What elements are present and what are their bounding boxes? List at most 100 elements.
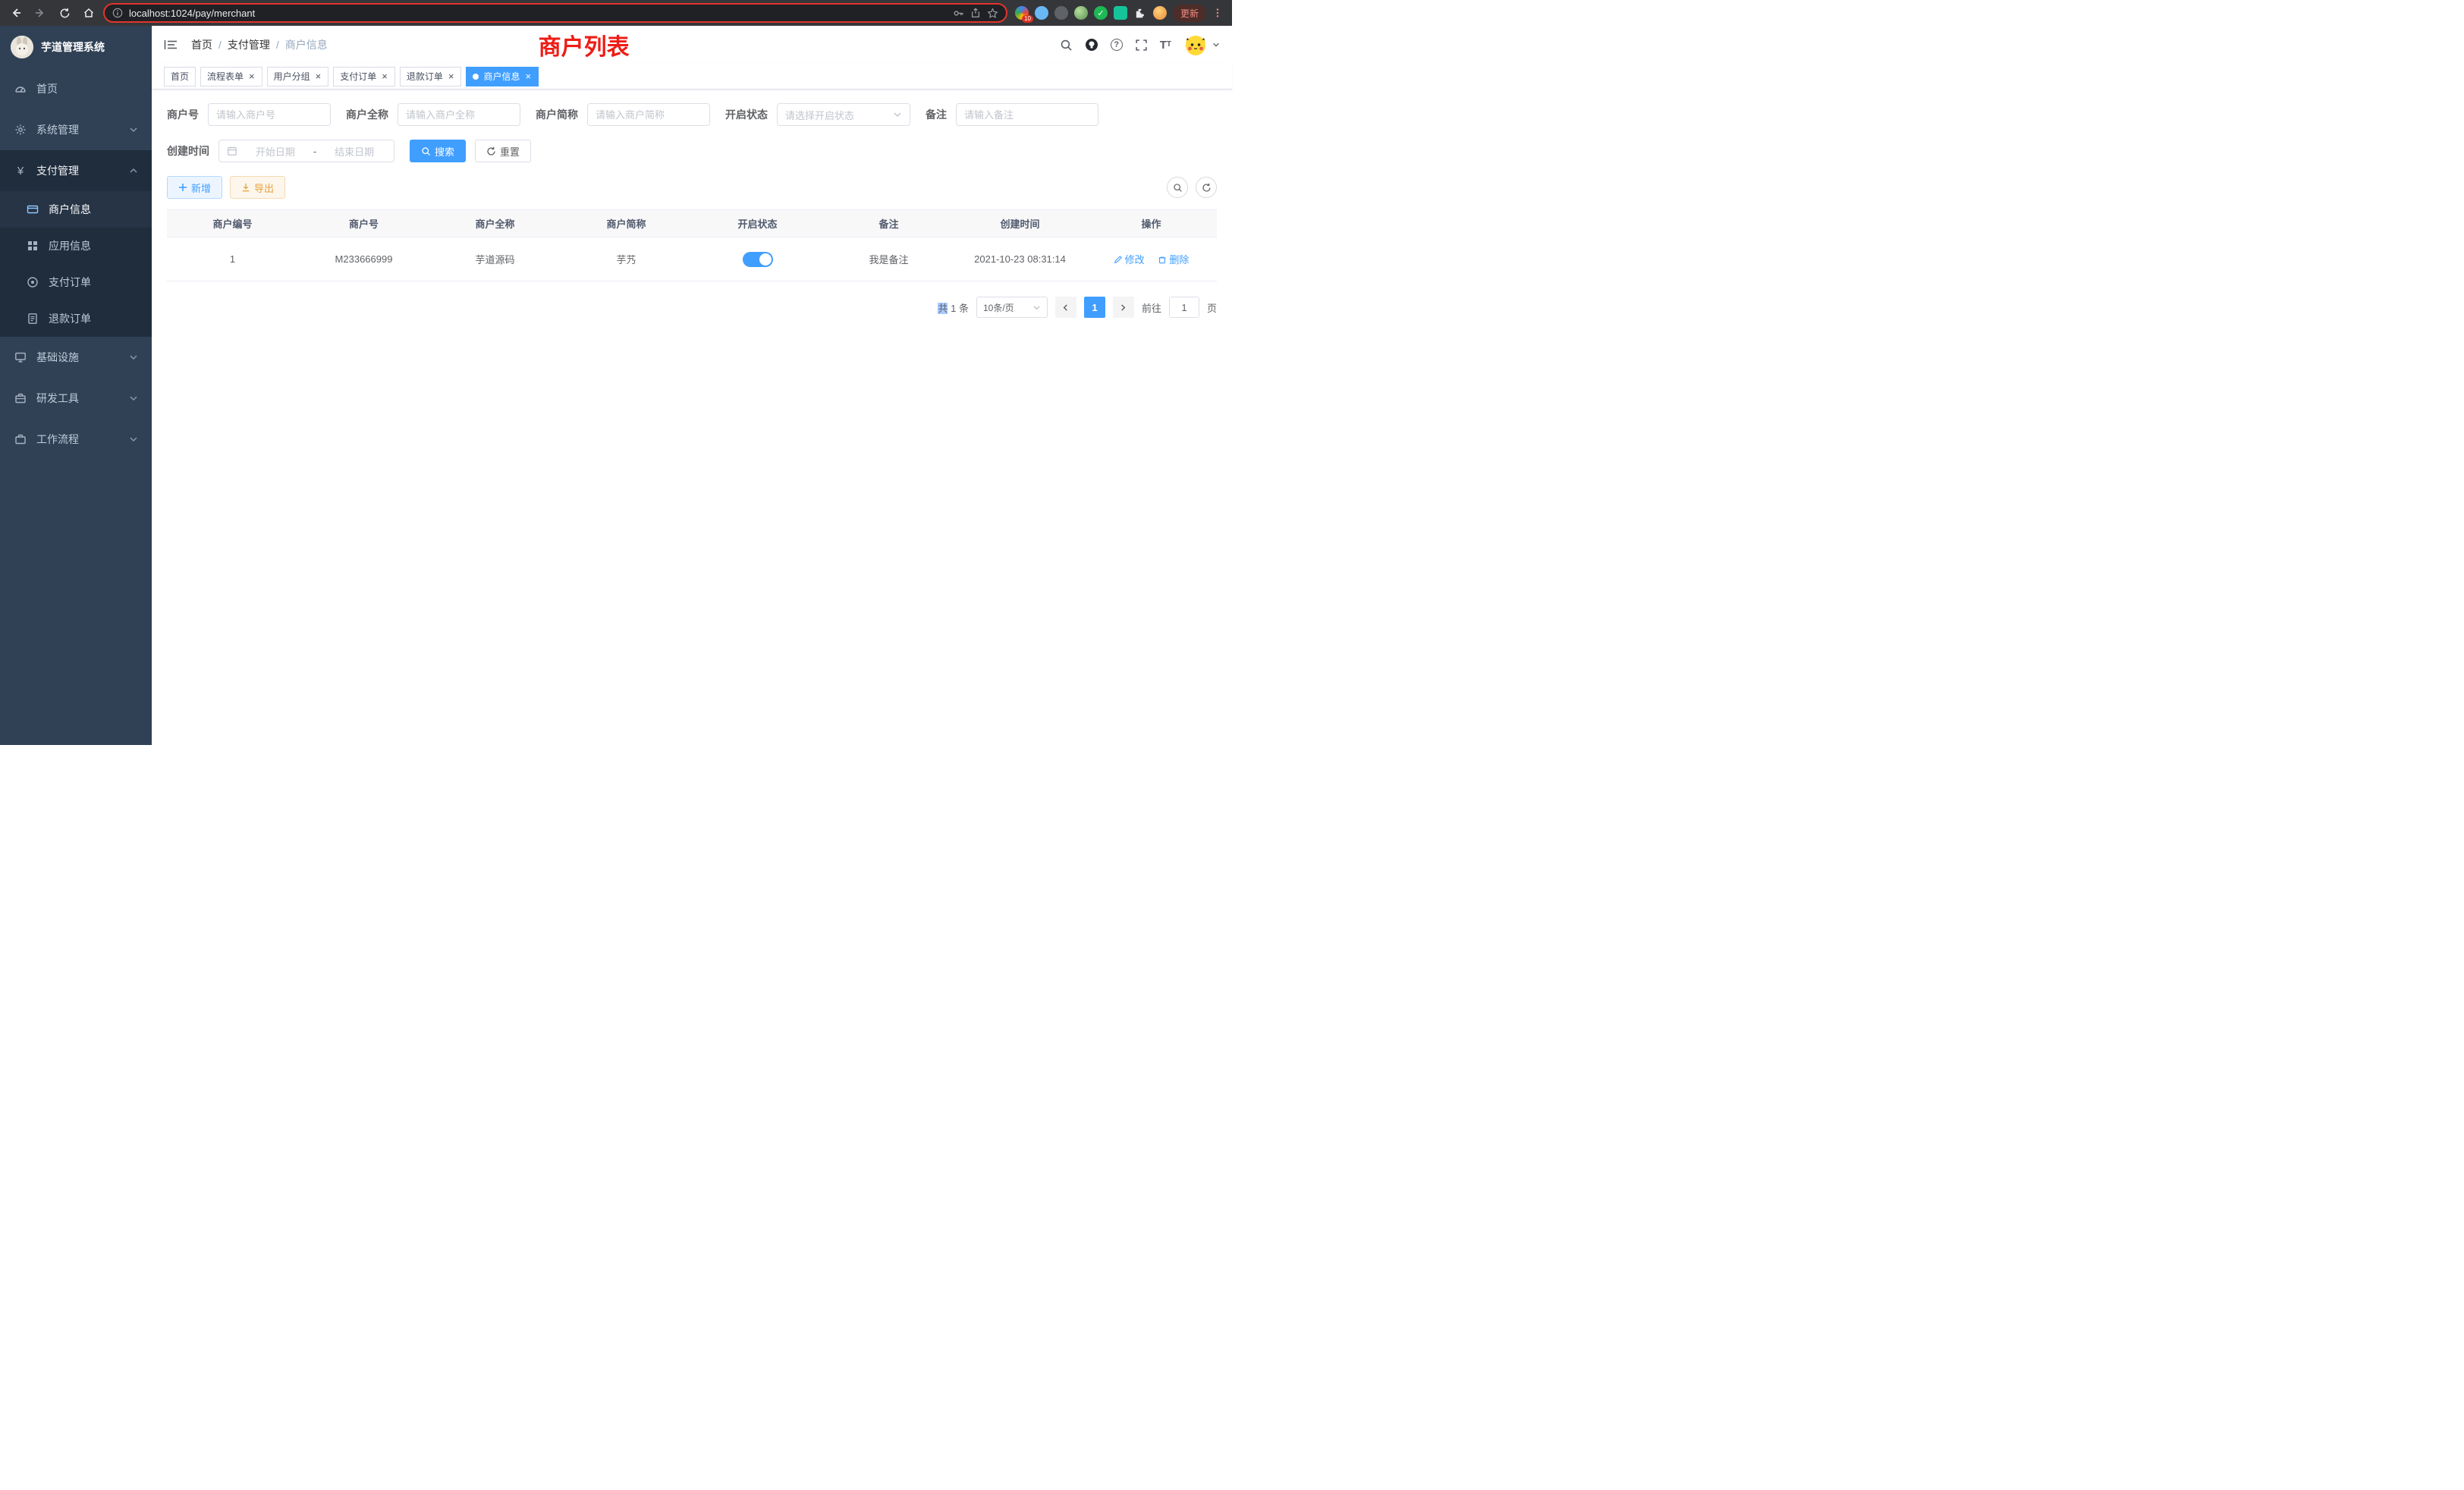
tab-refund-order[interactable]: 退款订单 ×	[400, 67, 462, 86]
sidebar-item-pay-order[interactable]: 支付订单	[0, 264, 152, 300]
logo-avatar-image	[11, 36, 33, 58]
app: 芋道管理系统 首页 系统管理	[0, 26, 1232, 745]
status-toggle[interactable]	[743, 252, 773, 267]
sidebar-logo[interactable]: 芋道管理系统	[0, 26, 152, 68]
extension-icon-3[interactable]	[1054, 6, 1068, 20]
annotation-merchant-list: 商户列表	[539, 28, 630, 61]
tab-pay-order[interactable]: 支付订单 ×	[333, 67, 395, 86]
fullscreen-icon[interactable]	[1135, 39, 1148, 52]
caret-down-icon	[1212, 41, 1220, 49]
page-size-select[interactable]: 10条/页	[976, 297, 1048, 318]
extension-icon-4[interactable]	[1074, 6, 1088, 20]
tab-user-group[interactable]: 用户分组 ×	[267, 67, 329, 86]
browser-reload-button[interactable]	[55, 3, 74, 23]
search-icon[interactable]	[1060, 39, 1073, 52]
tab-close-icon[interactable]: ×	[524, 71, 532, 81]
breadcrumb-item[interactable]: 支付管理	[228, 37, 270, 52]
help-icon[interactable]: ?	[1111, 39, 1123, 51]
card-icon	[26, 203, 39, 215]
forward-arrow-icon	[34, 7, 46, 19]
bookmark-star-icon[interactable]	[987, 8, 998, 19]
tab-merchant-info-active[interactable]: 商户信息 ×	[466, 67, 539, 86]
sidebar-item-infrastructure[interactable]: 基础设施	[0, 337, 152, 378]
browser-update-button[interactable]: 更新	[1173, 5, 1206, 22]
user-avatar-menu[interactable]	[1183, 33, 1220, 57]
toolbar-right	[1167, 177, 1217, 198]
tab-close-icon[interactable]: ×	[315, 71, 322, 81]
address-bar[interactable]: localhost:1024/pay/merchant	[103, 3, 1007, 23]
sidebar-item-merchant-info[interactable]: 商户信息	[0, 191, 152, 228]
page-info-icon[interactable]	[112, 8, 123, 18]
cell-merchant-id: 1	[167, 237, 298, 281]
page-content: 商户号 商户全称 商户简称 开启状态 请选择开启状态	[152, 90, 1232, 745]
export-button[interactable]: 导出	[230, 176, 285, 199]
create-time-range-picker[interactable]: 开始日期 - 结束日期	[218, 140, 394, 162]
extension-check-icon[interactable]: ✓	[1094, 6, 1108, 20]
sidebar-item-dev-tools[interactable]: 研发工具	[0, 378, 152, 419]
refresh-table-button[interactable]	[1196, 177, 1217, 198]
browser-home-button[interactable]	[79, 3, 99, 23]
tab-home[interactable]: 首页	[164, 67, 196, 86]
prev-page-button[interactable]	[1055, 297, 1076, 318]
cell-create-time: 2021-10-23 08:31:14	[954, 237, 1086, 281]
sidebar-item-workflow[interactable]: 工作流程	[0, 419, 152, 460]
delete-link[interactable]: 删除	[1158, 252, 1189, 266]
puzzle-extensions-icon[interactable]	[1133, 6, 1147, 20]
goto-page-input[interactable]	[1169, 297, 1199, 318]
tab-close-icon[interactable]: ×	[381, 71, 388, 81]
tab-process-form[interactable]: 流程表单 ×	[200, 67, 262, 86]
screen: localhost:1024/pay/merchant 10 ✓	[0, 0, 1232, 745]
font-size-icon[interactable]: TT	[1160, 39, 1171, 51]
merchant-table: 商户编号 商户号 商户全称 商户简称 开启状态 备注 创建时间 操作 1	[167, 209, 1217, 281]
merchant-no-input[interactable]	[208, 103, 331, 126]
sidebar-item-label: 退款订单	[49, 311, 91, 326]
page-1-button[interactable]: 1	[1084, 297, 1105, 318]
password-key-icon[interactable]	[953, 8, 964, 19]
hamburger-icon[interactable]	[164, 39, 178, 51]
status-select[interactable]: 请选择开启状态	[777, 103, 910, 126]
font-big-glyph: T	[1160, 39, 1167, 51]
reset-button[interactable]: 重置	[475, 140, 531, 162]
col-merchant-short: 商户简称	[561, 210, 692, 237]
search-button[interactable]: 搜索	[410, 140, 466, 162]
sidebar-item-home[interactable]: 首页	[0, 68, 152, 109]
next-page-button[interactable]	[1113, 297, 1134, 318]
remark-input[interactable]	[956, 103, 1098, 126]
download-icon	[241, 183, 250, 192]
browser-back-button[interactable]	[6, 3, 26, 23]
merchant-name-input[interactable]	[398, 103, 520, 126]
monitor-icon	[14, 351, 27, 363]
plus-icon	[178, 183, 187, 192]
browser-forward-button[interactable]	[30, 3, 50, 23]
share-icon[interactable]	[970, 8, 981, 18]
merchant-short-input[interactable]	[587, 103, 710, 126]
extension-icon-6[interactable]	[1114, 6, 1127, 20]
cell-merchant-name: 芋道源码	[429, 237, 561, 281]
github-icon[interactable]	[1085, 38, 1098, 52]
tab-close-icon[interactable]: ×	[448, 71, 455, 81]
browser-menu-icon[interactable]	[1212, 8, 1223, 18]
sidebar-item-payment[interactable]: ¥ 支付管理	[0, 150, 152, 191]
date-end-placeholder[interactable]: 结束日期	[322, 144, 386, 159]
filter-status: 开启状态 请选择开启状态	[725, 103, 910, 126]
col-merchant-name: 商户全称	[429, 210, 561, 237]
sidebar-item-refund-order[interactable]: 退款订单	[0, 300, 152, 337]
tab-label: 退款订单	[407, 70, 443, 83]
extension-icon-1[interactable]: 10	[1015, 6, 1029, 20]
search-icon	[421, 146, 431, 156]
show-search-toggle-button[interactable]	[1167, 177, 1188, 198]
breadcrumb-item[interactable]: 首页	[191, 37, 212, 52]
extension-icon-2[interactable]	[1035, 6, 1048, 20]
browser-profile-avatar[interactable]	[1153, 6, 1167, 20]
url-text[interactable]: localhost:1024/pay/merchant	[129, 8, 947, 19]
sidebar-item-app-info[interactable]: 应用信息	[0, 228, 152, 264]
question-glyph: ?	[1114, 40, 1119, 49]
add-button[interactable]: 新增	[167, 176, 222, 199]
tab-close-icon[interactable]: ×	[248, 71, 256, 81]
pencil-icon	[1114, 255, 1123, 264]
sidebar-item-system[interactable]: 系统管理	[0, 109, 152, 150]
date-start-placeholder[interactable]: 开始日期	[244, 144, 307, 159]
edit-link[interactable]: 修改	[1114, 252, 1145, 266]
cell-merchant-no: M233666999	[298, 237, 429, 281]
total-text: 共 1 条	[938, 300, 969, 315]
